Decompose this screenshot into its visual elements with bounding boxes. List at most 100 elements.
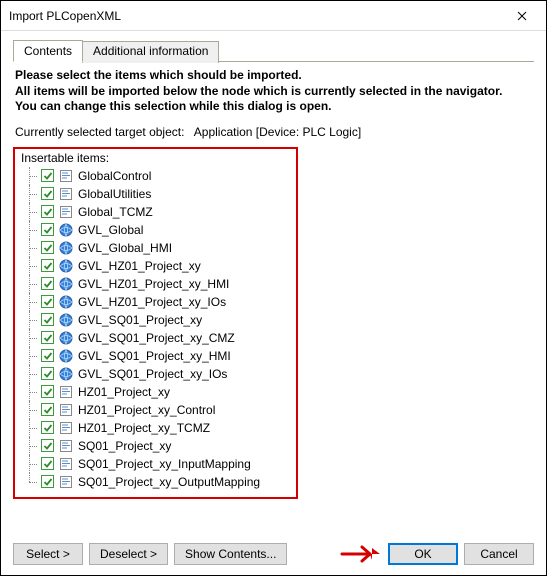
titlebar[interactable]: Import PLCopenXML [1, 1, 546, 31]
checkbox-icon[interactable] [41, 169, 54, 182]
cancel-button[interactable]: Cancel [464, 543, 534, 565]
globe-icon [58, 276, 74, 292]
globe-icon [58, 222, 74, 238]
tree-item-label: SQ01_Project_xy_OutputMapping [78, 475, 260, 489]
tree-line-icon [21, 239, 39, 257]
instruction-line-3: You can change this selection while this… [15, 99, 332, 113]
tree-item[interactable]: GlobalUtilities [21, 185, 290, 203]
globe-icon [58, 348, 74, 364]
tree-item-label: GVL_SQ01_Project_xy [78, 313, 202, 327]
globe-icon [58, 330, 74, 346]
document-icon [58, 186, 74, 202]
tree-item[interactable]: GlobalControl [21, 167, 290, 185]
tree-item[interactable]: Global_TCMZ [21, 203, 290, 221]
checkbox-icon[interactable] [41, 457, 54, 470]
checkbox-icon[interactable] [41, 331, 54, 344]
ok-button[interactable]: OK [388, 543, 458, 565]
tree-item-label: GVL_SQ01_Project_xy_CMZ [78, 331, 235, 345]
tree-line-icon [21, 257, 39, 275]
checkbox-icon[interactable] [41, 187, 54, 200]
tree-item-label: SQ01_Project_xy [78, 439, 171, 453]
document-icon [58, 402, 74, 418]
tree-line-icon [21, 167, 39, 185]
checkbox-icon[interactable] [41, 385, 54, 398]
checkbox-icon[interactable] [41, 241, 54, 254]
tree-item-label: GVL_Global [78, 223, 143, 237]
globe-icon [58, 312, 74, 328]
deselect-button[interactable]: Deselect > [89, 543, 168, 565]
instruction-line-1: Please select the items which should be … [15, 68, 302, 82]
tree-line-icon [21, 347, 39, 365]
target-value: Application [Device: PLC Logic] [194, 125, 361, 139]
checkbox-icon[interactable] [41, 223, 54, 236]
checkbox-icon[interactable] [41, 439, 54, 452]
tree-item-label: SQ01_Project_xy_InputMapping [78, 457, 251, 471]
tree-item[interactable]: GVL_SQ01_Project_xy_IOs [21, 365, 290, 383]
tabstrip: Contents Additional information [13, 39, 534, 62]
tree-line-icon [21, 437, 39, 455]
tree-item[interactable]: GVL_SQ01_Project_xy_CMZ [21, 329, 290, 347]
instruction-line-2: All items will be imported below the nod… [15, 84, 502, 98]
tree-item-label: GVL_Global_HMI [78, 241, 172, 255]
tree-item[interactable]: HZ01_Project_xy [21, 383, 290, 401]
document-icon [58, 384, 74, 400]
checkbox-icon[interactable] [41, 403, 54, 416]
document-icon [58, 474, 74, 490]
checkbox-icon[interactable] [41, 295, 54, 308]
tree-item-label: GVL_SQ01_Project_xy_HMI [78, 349, 231, 363]
tree-item-label: Global_TCMZ [78, 205, 153, 219]
insertable-items-label: Insertable items: [21, 151, 290, 165]
checkbox-icon[interactable] [41, 367, 54, 380]
tree-item[interactable]: GVL_SQ01_Project_xy [21, 311, 290, 329]
select-button[interactable]: Select > [13, 543, 83, 565]
tree-item-label: GVL_HZ01_Project_xy_HMI [78, 277, 229, 291]
tree-item[interactable]: SQ01_Project_xy [21, 437, 290, 455]
tree-item-label: HZ01_Project_xy_TCMZ [78, 421, 210, 435]
tree-item[interactable]: GVL_Global [21, 221, 290, 239]
tree-item[interactable]: GVL_SQ01_Project_xy_HMI [21, 347, 290, 365]
document-icon [58, 204, 74, 220]
target-label: Currently selected target object: [15, 125, 184, 139]
show-contents-button[interactable]: Show Contents... [174, 543, 287, 565]
tree-item-label: HZ01_Project_xy [78, 385, 170, 399]
window-title: Import PLCopenXML [9, 9, 499, 23]
checkbox-icon[interactable] [41, 205, 54, 218]
button-bar: Select > Deselect > Show Contents... OK … [13, 543, 534, 565]
tree-item[interactable]: HZ01_Project_xy_Control [21, 401, 290, 419]
tree-line-icon [21, 329, 39, 347]
tree-line-icon [21, 383, 39, 401]
tree-line-icon [21, 185, 39, 203]
checkbox-icon[interactable] [41, 259, 54, 272]
tree-item[interactable]: SQ01_Project_xy_OutputMapping [21, 473, 290, 491]
checkbox-icon[interactable] [41, 421, 54, 434]
items-tree[interactable]: GlobalControl GlobalUtilities Global_TCMZ G… [21, 167, 290, 491]
instructions: Please select the items which should be … [15, 68, 534, 115]
tree-item-label: GlobalUtilities [78, 187, 151, 201]
checkbox-icon[interactable] [41, 349, 54, 362]
document-icon [58, 420, 74, 436]
checkbox-icon[interactable] [41, 475, 54, 488]
document-icon [58, 168, 74, 184]
tab-additional-info[interactable]: Additional information [82, 41, 219, 63]
tree-line-icon [21, 401, 39, 419]
checkbox-icon[interactable] [41, 313, 54, 326]
checkbox-icon[interactable] [41, 277, 54, 290]
tab-contents[interactable]: Contents [13, 40, 83, 62]
globe-icon [58, 366, 74, 382]
insertable-items-panel: Insertable items: GlobalControl GlobalUti… [13, 147, 298, 499]
tree-line-icon [21, 419, 39, 437]
tree-item[interactable]: GVL_HZ01_Project_xy [21, 257, 290, 275]
tree-item[interactable]: GVL_HZ01_Project_xy_HMI [21, 275, 290, 293]
tree-item[interactable]: HZ01_Project_xy_TCMZ [21, 419, 290, 437]
close-icon[interactable] [499, 2, 544, 30]
tree-item-label: GlobalControl [78, 169, 151, 183]
tree-item[interactable]: SQ01_Project_xy_InputMapping [21, 455, 290, 473]
tree-item-label: GVL_HZ01_Project_xy_IOs [78, 295, 226, 309]
tree-line-icon [21, 221, 39, 239]
tree-item[interactable]: GVL_HZ01_Project_xy_IOs [21, 293, 290, 311]
globe-icon [58, 258, 74, 274]
tree-item[interactable]: GVL_Global_HMI [21, 239, 290, 257]
globe-icon [58, 240, 74, 256]
tree-line-icon [21, 203, 39, 221]
tree-line-icon [21, 473, 39, 491]
